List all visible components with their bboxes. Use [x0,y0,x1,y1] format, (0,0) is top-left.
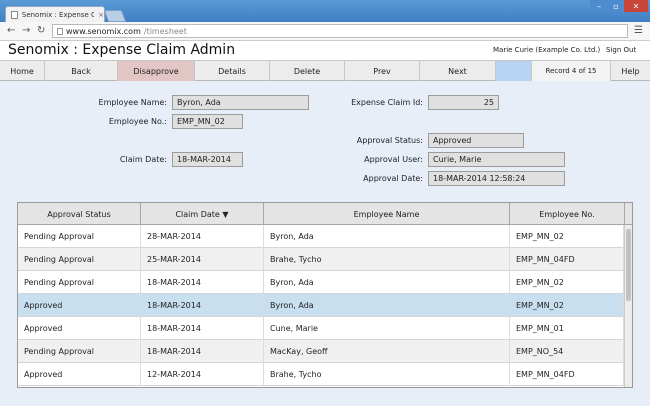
current-user: Marie Curie (Example Co. Ltd.) [493,46,601,54]
table-row[interactable]: Approved 18-MAR-2014 Cune, Marie EMP_MN_… [18,317,624,340]
table-header: Approval Status Claim Date ▼ Employee Na… [18,203,632,225]
cell-approval-status: Pending Approval [18,271,141,294]
column-header-employee-name[interactable]: Employee Name [264,203,510,225]
table-row[interactable]: Pending Approval 18-MAR-2014 MacKay, Geo… [18,340,624,363]
expense-claim-id-label: Expense Claim Id: [351,98,423,107]
app-title: Senomix : Expense Claim Admin [8,42,236,58]
cell-employee-name: Byron, Ada [264,225,510,248]
next-button[interactable]: Next [420,61,496,81]
expense-claim-id-field: 25 [428,95,499,110]
delete-button[interactable]: Delete [270,61,345,81]
cell-employee-no: EMP_MN_02 [510,225,624,248]
column-header-claim-date[interactable]: Claim Date ▼ [141,203,264,225]
forward-arrow-icon[interactable]: → [22,25,30,36]
back-button[interactable]: Back [45,61,118,81]
back-arrow-icon[interactable]: ← [7,25,15,36]
cell-claim-date: 28-MAR-2014 [141,225,264,248]
browser-tab[interactable]: Senomix : Expense Claim A × [5,6,105,23]
tab-title: Senomix : Expense Claim A [21,11,95,19]
approval-date-label: Approval Date: [363,174,423,183]
cell-employee-name: Cune, Marie [264,317,510,340]
cell-approval-status: Approved [18,363,141,386]
cell-employee-no: EMP_MN_01 [510,317,624,340]
employee-no-label: Employee No.: [108,117,167,126]
cell-claim-date: 25-MAR-2014 [141,248,264,271]
cell-approval-status: Approved [18,294,141,317]
details-button[interactable]: Details [195,61,270,81]
cell-claim-date: 18-MAR-2014 [141,271,264,294]
browser-titlebar: Senomix : Expense Claim A × – ▫ ✕ [0,0,650,23]
cell-employee-no: EMP_MN_04FD [510,248,624,271]
blank-toolbar-button[interactable] [496,61,532,81]
approval-status-field: Approved [428,133,524,148]
claim-date-field: 18-MAR-2014 [172,152,243,167]
cell-claim-date: 18-MAR-2014 [141,294,264,317]
column-header-approval-status[interactable]: Approval Status [18,203,141,225]
table-row[interactable]: Pending Approval 25-MAR-2014 Brahe, Tych… [18,248,624,271]
column-header-employee-no[interactable]: Employee No. [510,203,625,225]
cell-employee-name: Brahe, Tycho [264,363,510,386]
minimize-icon[interactable]: – [590,0,608,12]
cell-approval-status: Approved [18,317,141,340]
reload-icon[interactable]: ↻ [37,25,45,36]
employee-no-field: EMP_MN_02 [172,114,243,129]
approval-date-field: 18-MAR-2014 12:58:24 [428,171,565,186]
browser-toolbar: ← → ↻ www.senomix.com/timesheet ☰ [0,22,650,41]
claim-date-label: Claim Date: [119,155,167,164]
cell-employee-name: Byron, Ada [264,271,510,294]
page-icon [11,11,18,19]
approval-user-field: Curie, Marie [428,152,565,167]
cell-claim-date: 18-MAR-2014 [141,317,264,340]
tab-close-icon[interactable]: × [98,11,104,19]
cell-claim-date: 12-MAR-2014 [141,363,264,386]
employee-name-label: Employee Name: [98,98,167,107]
new-tab-button[interactable] [103,10,127,22]
url-path: /timesheet [143,26,187,36]
window-close-icon[interactable]: ✕ [624,0,648,12]
table-row[interactable]: Pending Approval 18-MAR-2014 Byron, Ada … [18,271,624,294]
url-host: www.senomix.com [66,26,141,36]
menu-icon[interactable]: ☰ [634,25,643,36]
maximize-icon[interactable]: ▫ [608,0,624,12]
table-row[interactable]: Approved 12-MAR-2014 Brahe, Tycho EMP_MN… [18,363,624,386]
table-row[interactable]: Pending Approval 28-MAR-2014 Byron, Ada … [18,225,624,248]
cell-approval-status: Pending Approval [18,248,141,271]
approval-status-label: Approval Status: [356,136,423,145]
cell-employee-no: EMP_MN_02 [510,294,624,317]
cell-employee-name: MacKay, Geoff [264,340,510,363]
expense-claims-table: Approval Status Claim Date ▼ Employee Na… [17,202,633,388]
approval-user-label: Approval User: [364,155,423,164]
cell-claim-date: 18-MAR-2014 [141,340,264,363]
disapprove-button[interactable]: Disapprove [118,61,195,81]
table-scrollbar[interactable] [624,225,632,387]
cell-employee-no: EMP_NO_54 [510,340,624,363]
sign-out-link[interactable]: Sign Out [606,46,636,54]
table-row-selected[interactable]: Approved 18-MAR-2014 Byron, Ada EMP_MN_0… [18,294,624,317]
cell-employee-no: EMP_MN_02 [510,271,624,294]
address-bar[interactable]: www.senomix.com/timesheet [52,24,628,38]
home-button[interactable]: Home [0,61,45,81]
employee-name-field: Byron, Ada [172,95,309,110]
scrollbar-thumb[interactable] [626,229,631,301]
action-toolbar: Home Back Disapprove Details Delete Prev… [0,60,650,81]
cell-employee-no: EMP_MN_04FD [510,363,624,386]
cell-employee-name: Byron, Ada [264,294,510,317]
cell-approval-status: Pending Approval [18,225,141,248]
cell-employee-name: Brahe, Tycho [264,248,510,271]
page-icon [57,27,63,35]
record-counter: Record 4 of 15 [532,61,611,81]
cell-approval-status: Pending Approval [18,340,141,363]
help-button[interactable]: Help [611,61,650,81]
prev-button[interactable]: Prev [345,61,420,81]
